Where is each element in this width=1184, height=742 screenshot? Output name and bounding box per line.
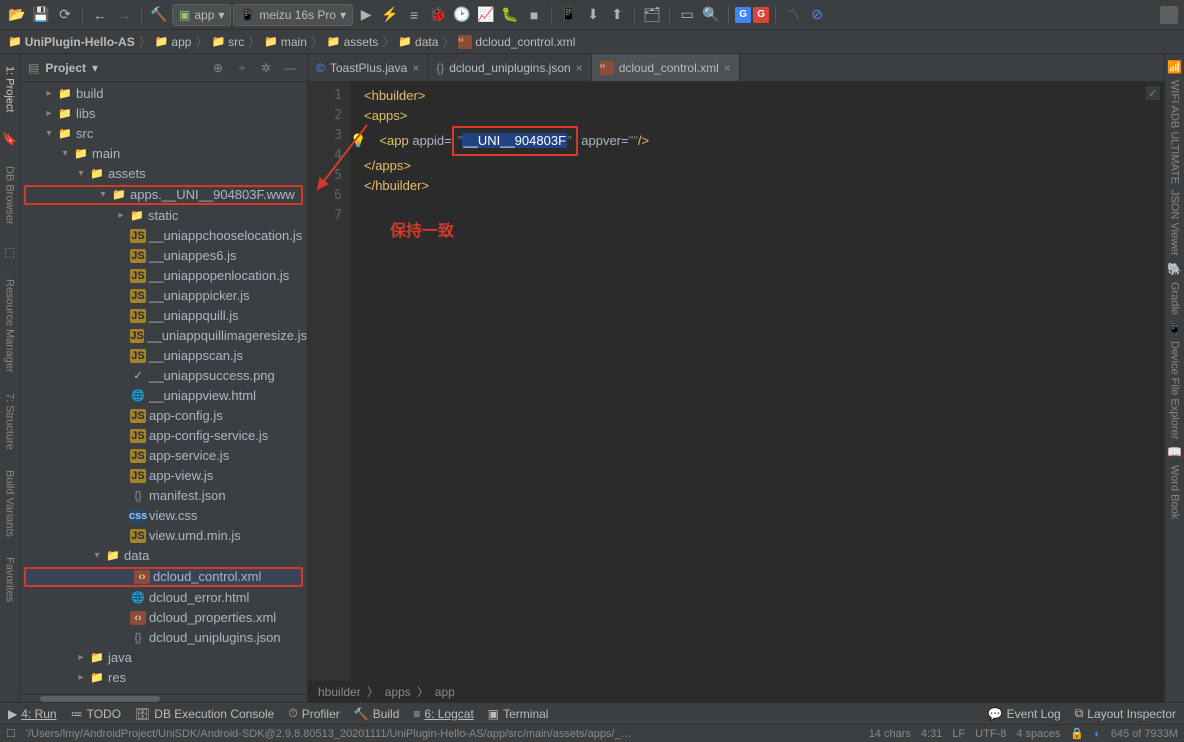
avd-icon[interactable]: 📱 — [558, 4, 580, 26]
forward-icon[interactable]: → — [113, 4, 135, 26]
sdk-icon[interactable]: ⬇ — [582, 4, 604, 26]
editor-body[interactable]: 1234567 <hbuilder> <apps> 💡 <app appid="… — [308, 82, 1164, 680]
main-area: 1: Project 🔖 DB Browser ⬚ Resource Manag… — [0, 54, 1184, 702]
apply-changes-icon[interactable]: ⚡ — [379, 4, 401, 26]
status-pos[interactable]: 4:31 — [921, 728, 942, 740]
db-console[interactable]: 🗄 DB Execution Console — [135, 707, 274, 721]
block-icon[interactable]: ⊘ — [806, 4, 828, 26]
status-enc[interactable]: UTF-8 — [975, 728, 1006, 740]
bc-assets[interactable]: 📁assets — [327, 35, 378, 49]
code-area[interactable]: <hbuilder> <apps> 💡 <app appid="__UNI__9… — [350, 82, 1164, 680]
layout-inspector-icon[interactable]: ▭ — [676, 4, 698, 26]
main-toolbar: 📂 💾 ⟳ ← → 🔨 ▣app▾ 📱meizu 16s Pro▾ ▶ ⚡ ≡ … — [0, 0, 1184, 30]
bc-src[interactable]: 📁src — [211, 35, 244, 49]
run-config-dropdown[interactable]: ▣app▾ — [172, 4, 231, 26]
sync-icon[interactable]: ⟳ — [54, 4, 76, 26]
stop-icon[interactable]: ■ — [523, 4, 545, 26]
vcs-icon[interactable]: 🗂 — [641, 4, 663, 26]
open-icon[interactable]: 📂 — [6, 4, 28, 26]
status-mem[interactable]: 645 of 7933M — [1111, 728, 1178, 740]
sidebar-word-book[interactable]: Word Book — [1169, 465, 1181, 519]
close-icon[interactable]: × — [412, 61, 419, 75]
resource-icon[interactable]: ⬆ — [606, 4, 628, 26]
sidebar-db-browser[interactable]: DB Browser — [4, 166, 16, 225]
tab-uniplugins[interactable]: {}dcloud_uniplugins.json× — [428, 54, 591, 81]
run-icon[interactable]: ▶ — [355, 4, 377, 26]
sidebar-res-mgr[interactable]: Resource Manager — [4, 279, 16, 373]
project-tree[interactable]: ▸📁build ▸📁libs ▾📁src ▾📁main ▾📁assets ▾📁a… — [20, 82, 307, 694]
editor-breadcrumb: hbuilder〉 apps〉 app — [308, 680, 1164, 702]
rerun-icon[interactable]: ≡ — [403, 4, 425, 26]
bc-app[interactable]: 📁app — [155, 35, 192, 49]
project-panel: ▤ Project ▾ ⊕ ÷ ✲ — ▸📁build ▸📁libs ▾📁src… — [20, 54, 308, 702]
minimize-icon[interactable]: — — [281, 59, 299, 77]
sidebar-gradle[interactable]: Gradle — [1169, 282, 1181, 315]
crumb-apps[interactable]: apps — [385, 685, 411, 699]
translate-blue-icon[interactable]: G — [735, 7, 751, 23]
panel-title: Project — [45, 61, 86, 75]
todo-toolwindow[interactable]: ≔ TODO — [71, 707, 121, 721]
save-icon[interactable]: 💾 — [30, 4, 52, 26]
attach-icon[interactable]: 🐛 — [499, 4, 521, 26]
collapse-icon[interactable]: ÷ — [233, 59, 251, 77]
sidebar-favorites[interactable]: Favorites — [4, 557, 16, 602]
bc-root[interactable]: 📁UniPlugin-Hello-AS — [8, 35, 135, 49]
run-toolwindow[interactable]: ▶ 4: Run — [8, 707, 57, 721]
status-indent[interactable]: 4 spaces — [1016, 728, 1060, 740]
status-path: '/Users/lmy/AndroidProject/UniSDK/Androi… — [26, 728, 632, 740]
editor-tabs: ©ToastPlus.java× {}dcloud_uniplugins.jso… — [308, 54, 1164, 82]
device-dropdown[interactable]: 📱meizu 16s Pro▾ — [233, 4, 353, 26]
bc-file[interactable]: ‹›dcloud_control.xml — [458, 35, 575, 49]
tree-scrollbar[interactable] — [20, 694, 307, 702]
sidebar-wifi-adb[interactable]: WIFI ADB ULTIMATE — [1169, 80, 1181, 184]
sidebar-project[interactable]: 1: Project — [4, 66, 16, 112]
annotation-text: 保持一致 — [390, 222, 454, 242]
status-lock-icon[interactable]: 🔒 — [1070, 727, 1084, 740]
translate-red-icon[interactable]: G — [753, 7, 769, 23]
breadcrumbs: 📁UniPlugin-Hello-AS 〉 📁app 〉 📁src 〉 📁mai… — [0, 30, 1184, 54]
left-gutter: 1: Project 🔖 DB Browser ⬚ Resource Manag… — [0, 54, 20, 702]
selected-appid: __UNI__904803F — [462, 133, 567, 148]
terminal-toolwindow[interactable]: ▣ Terminal — [488, 707, 549, 721]
editor-area: ©ToastPlus.java× {}dcloud_uniplugins.jso… — [308, 54, 1164, 702]
tab-dcloud-control[interactable]: ‹›dcloud_control.xml× — [592, 54, 740, 81]
status-chars: 14 chars — [869, 728, 911, 740]
bc-data[interactable]: 📁data — [398, 35, 438, 49]
build-icon[interactable]: 🔨 — [148, 4, 170, 26]
bc-main[interactable]: 📁main — [264, 35, 307, 49]
inspection-icon[interactable]: ✓ — [1146, 86, 1160, 100]
crumb-app[interactable]: app — [435, 685, 455, 699]
panel-header: ▤ Project ▾ ⊕ ÷ ✲ — — [20, 54, 307, 82]
back-icon[interactable]: ← — [89, 4, 111, 26]
crumb-hbuilder[interactable]: hbuilder — [318, 685, 361, 699]
tree-dcloud-control[interactable]: ‹›dcloud_control.xml — [24, 567, 303, 587]
sidebar-json-viewer[interactable]: JSON Viewer — [1169, 190, 1181, 256]
status-lf[interactable]: LF — [952, 728, 965, 740]
event-log[interactable]: 💬 Event Log — [988, 707, 1061, 721]
sidebar-device-explorer[interactable]: Device File Explorer — [1169, 341, 1181, 439]
debug-icon[interactable]: 🐞 — [427, 4, 449, 26]
logcat-toolwindow[interactable]: ≡ 6: Logcat — [413, 707, 473, 721]
settings-icon[interactable]: ✲ — [257, 59, 275, 77]
coverage-icon[interactable]: 🕑 — [451, 4, 473, 26]
tab-toastplus[interactable]: ©ToastPlus.java× — [308, 54, 428, 81]
profiler-toolwindow[interactable]: ⏱ Profiler — [288, 706, 339, 721]
search-icon[interactable]: 🔍 — [700, 4, 722, 26]
layout-inspector[interactable]: ⧉ Layout Inspector — [1075, 706, 1176, 721]
build-toolwindow[interactable]: 🔨 Build — [354, 707, 400, 721]
bulb-icon[interactable]: 💡 — [350, 133, 366, 148]
bottom-toolbar: ▶ 4: Run ≔ TODO 🗄 DB Execution Console ⏱… — [0, 702, 1184, 724]
sidebar-build-variants[interactable]: Build Variants — [4, 470, 16, 537]
sidebar-structure[interactable]: 7: Structure — [4, 393, 16, 450]
avatar[interactable] — [1160, 6, 1178, 24]
heap-icon[interactable]: 〽 — [782, 4, 804, 26]
close-icon[interactable]: × — [724, 61, 731, 75]
right-gutter: 📶 WIFI ADB ULTIMATE JSON Viewer 🐘 Gradle… — [1164, 54, 1184, 702]
tree-apps-folder[interactable]: ▾📁apps.__UNI__904803F.www — [24, 185, 303, 205]
locate-icon[interactable]: ⊕ — [209, 59, 227, 77]
line-gutter: 1234567 — [308, 82, 350, 680]
profile-icon[interactable]: 📈 — [475, 4, 497, 26]
close-icon[interactable]: × — [576, 61, 583, 75]
status-bar: ☐ '/Users/lmy/AndroidProject/UniSDK/Andr… — [0, 724, 1184, 742]
